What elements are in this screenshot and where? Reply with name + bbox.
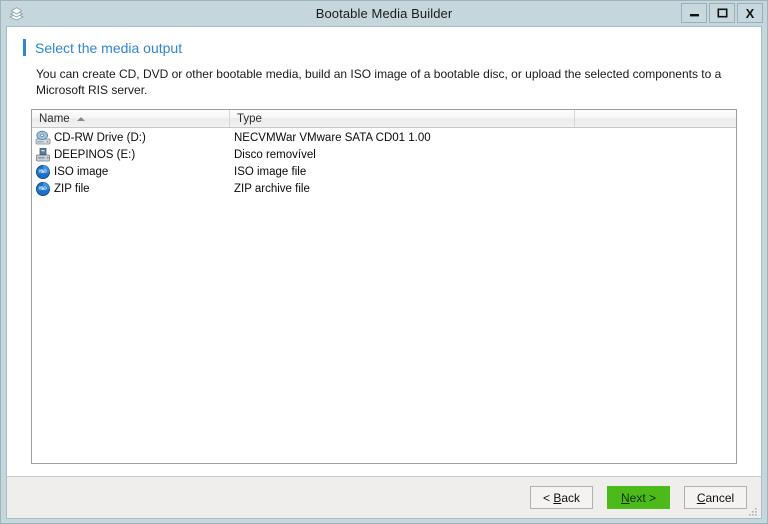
title-bar: Bootable Media Builder X <box>1 1 767 26</box>
window-title: Bootable Media Builder <box>315 6 453 21</box>
column-header-type-label: Type <box>237 112 262 125</box>
close-button[interactable]: X <box>737 3 763 23</box>
row-type-cell: NECVMWar VMware SATA CD01 1.00 <box>234 131 431 144</box>
table-row[interactable]: ISO ZIP file ZIP archive file <box>32 180 736 197</box>
media-output-list[interactable]: Name Type CD-RW Drive (D:) NECVMWar VMwa… <box>31 109 737 464</box>
accent-bar <box>23 39 26 56</box>
cd-drive-icon <box>35 130 51 146</box>
row-type-cell: ZIP archive file <box>234 182 310 195</box>
row-type-cell: Disco removível <box>234 148 316 161</box>
bootable-media-builder-window: Bootable Media Builder X Select the medi… <box>0 0 768 524</box>
back-button[interactable]: < Back <box>530 486 593 509</box>
row-name-label: ISO image <box>54 165 109 178</box>
row-name-label: ZIP file <box>54 182 90 195</box>
next-button[interactable]: Next > <box>607 486 670 509</box>
row-name-label: CD-RW Drive (D:) <box>54 131 146 144</box>
row-name-cell: CD-RW Drive (D:) <box>32 130 230 146</box>
row-name-cell: DEEPINOS (E:) <box>32 147 230 163</box>
column-header-name[interactable]: Name <box>32 110 230 127</box>
cancel-button-label: Cancel <box>696 490 735 505</box>
minimize-button[interactable] <box>681 3 707 23</box>
iso-disc-icon: ISO <box>35 181 51 197</box>
row-name-label: DEEPINOS (E:) <box>54 148 136 161</box>
resize-grip-icon[interactable] <box>748 506 758 516</box>
page-header: Select the media output <box>7 27 761 66</box>
page-description: You can create CD, DVD or other bootable… <box>36 67 722 97</box>
table-row[interactable]: CD-RW Drive (D:) NECVMWar VMware SATA CD… <box>32 129 736 146</box>
column-header-type[interactable]: Type <box>230 110 575 127</box>
maximize-icon <box>716 8 728 18</box>
table-row[interactable]: ISO ISO image ISO image file <box>32 163 736 180</box>
row-type-cell: ISO image file <box>234 165 307 178</box>
wizard-footer: < Back Next > Cancel <box>6 476 762 519</box>
column-header-extra[interactable] <box>575 110 736 127</box>
row-name-cell: ISO ISO image <box>32 164 230 180</box>
row-name-cell: ISO ZIP file <box>32 181 230 197</box>
wizard-page: Select the media output You can create C… <box>6 26 762 476</box>
list-header-row: Name Type <box>32 110 736 128</box>
next-button-label: Next > <box>620 490 657 505</box>
sort-ascending-icon <box>76 116 85 121</box>
window-controls: X <box>681 3 763 23</box>
iso-disc-icon: ISO <box>35 164 51 180</box>
removable-drive-icon <box>35 147 51 163</box>
column-header-name-label: Name <box>39 112 70 125</box>
maximize-button[interactable] <box>709 3 735 23</box>
close-icon: X <box>745 5 755 21</box>
cancel-button[interactable]: Cancel <box>684 486 747 509</box>
list-body: CD-RW Drive (D:) NECVMWar VMware SATA CD… <box>32 128 736 463</box>
page-title: Select the media output <box>35 39 183 56</box>
back-button-label: < Back <box>542 490 581 505</box>
table-row[interactable]: DEEPINOS (E:) Disco removível <box>32 146 736 163</box>
minimize-icon <box>689 9 700 18</box>
window-bottom-edge <box>1 519 767 523</box>
